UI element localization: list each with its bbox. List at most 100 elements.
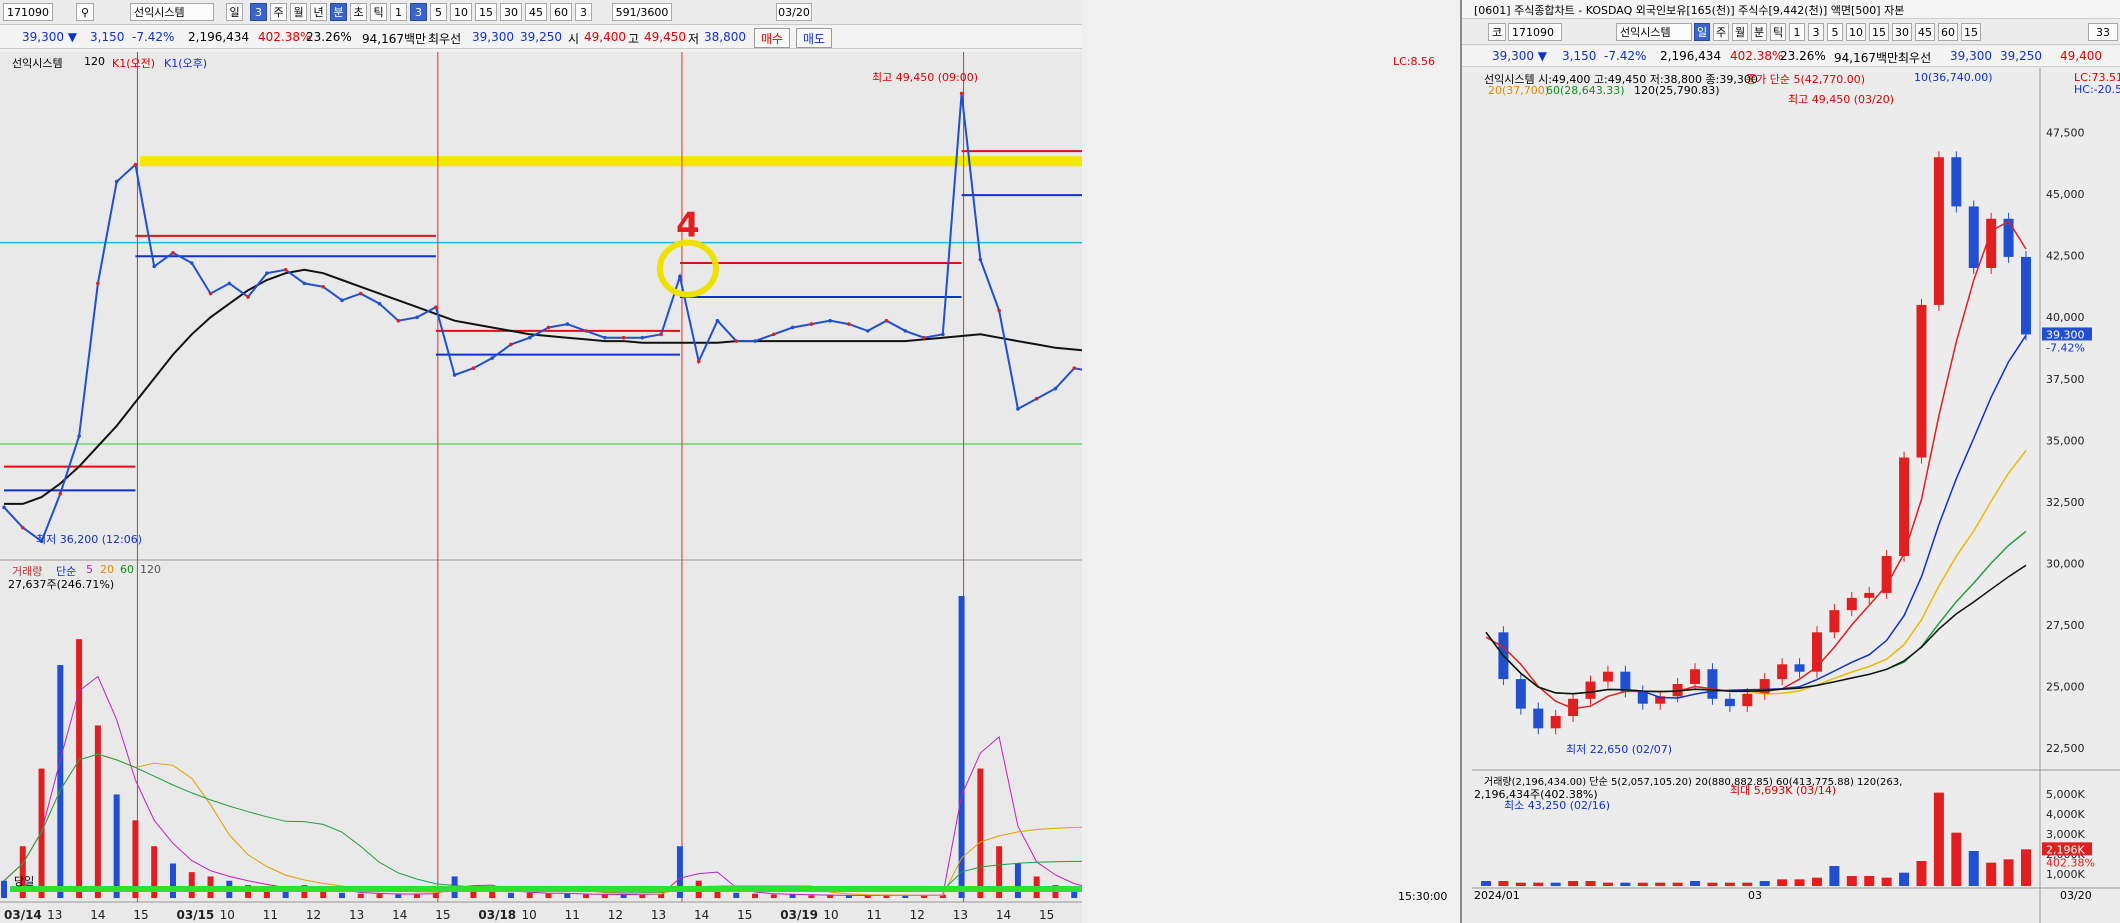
volume-ma20-line xyxy=(3,753,1082,896)
daily-candle xyxy=(1742,693,1753,707)
daily-candle xyxy=(1515,679,1526,709)
price-point xyxy=(1072,366,1077,370)
sell-button[interactable]: 매도 xyxy=(796,28,832,48)
price-point xyxy=(283,268,288,272)
period-button-2[interactable]: 주 xyxy=(270,3,287,21)
price-point xyxy=(302,281,307,286)
price-point xyxy=(227,281,232,286)
price-point xyxy=(527,335,532,340)
right-period-button-2[interactable]: 월 xyxy=(1732,23,1748,41)
right-indicator-select[interactable]: 선익시스템 xyxy=(1616,23,1692,41)
volume-legend-p120: 120 xyxy=(140,563,161,576)
right-period-button-5[interactable]: 1 xyxy=(1789,23,1805,41)
period-button-11[interactable]: 10 xyxy=(450,3,472,21)
volume-bar xyxy=(827,895,834,898)
page-current: 591 xyxy=(615,6,637,19)
period-button-1[interactable]: 3 xyxy=(250,3,267,21)
right-ma10-legend: 10(36,740.00) xyxy=(1914,71,1993,84)
page-counter[interactable]: 591/3600 xyxy=(612,3,672,21)
volume-value: 2,196,434 xyxy=(188,30,250,44)
right-volume-value: 2,196,434 xyxy=(1660,49,1722,63)
x-axis-label: 14 xyxy=(694,908,709,922)
period-button-12[interactable]: 15 xyxy=(475,3,497,21)
price-point xyxy=(208,291,213,296)
right-period-button-3[interactable]: 분 xyxy=(1751,23,1767,41)
volume-bar xyxy=(601,894,608,898)
right-period-button-12[interactable]: 60 xyxy=(1938,23,1958,41)
period-button-15[interactable]: 60 xyxy=(550,3,572,21)
daily-candle xyxy=(1620,671,1631,692)
right-volume-bar xyxy=(1759,881,1770,886)
right-volume-bar xyxy=(1602,882,1613,886)
volume-bottom-label: 당일 xyxy=(14,875,35,888)
period-button-6[interactable]: 초 xyxy=(350,3,367,21)
right-period-button-8[interactable]: 10 xyxy=(1846,23,1866,41)
period-button-8[interactable]: 1 xyxy=(390,3,407,21)
period-button-9[interactable]: 3 xyxy=(410,3,427,21)
price-point xyxy=(321,284,325,289)
date-field[interactable]: 03/20 xyxy=(776,3,812,21)
price-point xyxy=(1016,407,1020,411)
price-point xyxy=(621,335,626,340)
buy-button[interactable]: 매수 xyxy=(754,28,790,48)
right-high-annotation: 최고 49,450 (03/20) xyxy=(1788,93,1895,106)
right-period-button-6[interactable]: 3 xyxy=(1808,23,1824,41)
right-count-field[interactable]: 33 xyxy=(2088,23,2118,41)
right-market-select[interactable]: 코 xyxy=(1488,23,1506,41)
volume-bar xyxy=(395,894,402,898)
handwritten-note: 4 xyxy=(676,206,700,246)
period-button-10[interactable]: 5 xyxy=(430,3,447,21)
period-button-4[interactable]: 년 xyxy=(310,3,327,21)
right-period-button-10[interactable]: 30 xyxy=(1892,23,1912,41)
price-point xyxy=(490,356,494,360)
right-period-button-0[interactable]: 일 xyxy=(1694,23,1710,41)
indicator-select[interactable]: 선익시스템 xyxy=(130,3,214,21)
price-point xyxy=(471,366,476,370)
price-point xyxy=(884,318,889,323)
volume-ma60-line xyxy=(3,753,1082,893)
right-period-button-11[interactable]: 45 xyxy=(1915,23,1935,41)
x-axis-label: 03/14 xyxy=(4,908,42,922)
right-volume-bar xyxy=(1620,882,1631,886)
period-button-0[interactable]: 일 xyxy=(226,3,243,21)
right-period-button-4[interactable]: 틱 xyxy=(1770,23,1786,41)
price-point xyxy=(377,301,382,306)
right-period-button-9[interactable]: 15 xyxy=(1869,23,1889,41)
volume-bar xyxy=(958,596,965,898)
period-button-16[interactable]: 3 xyxy=(575,3,592,21)
right-volume-y-tick: 4,000K xyxy=(2046,808,2085,821)
daily-candle xyxy=(1533,708,1544,729)
stock-code-input[interactable]: 171090 xyxy=(3,3,53,21)
x-axis-label: 10 xyxy=(522,908,537,922)
price-point xyxy=(152,264,157,269)
price-point xyxy=(678,274,682,279)
period-button-3[interactable]: 월 xyxy=(290,3,307,21)
daily-candle xyxy=(1602,671,1613,682)
right-period-button-13[interactable]: 15 xyxy=(1961,23,1981,41)
volume-bar xyxy=(733,892,740,898)
right-volume-y-tick: 1,000K xyxy=(2046,868,2085,881)
volume-legend-p60: 60 xyxy=(120,563,134,576)
price-legend-k1-pm: K1(오후) xyxy=(164,57,208,70)
x-axis-label: 10 xyxy=(823,908,838,922)
right-turnover: 23.26% xyxy=(1780,49,1826,63)
right-indicator-name: 선익시스템 xyxy=(1620,26,1671,39)
price-point xyxy=(189,261,194,265)
daily-candle xyxy=(1916,304,1927,458)
right-price-value: 39,300 ▼ xyxy=(1492,49,1548,63)
daily-candle xyxy=(1968,206,1979,268)
search-icon[interactable]: ⚲ xyxy=(76,3,94,21)
volume-bar xyxy=(338,892,345,898)
period-button-5[interactable]: 분 xyxy=(330,3,347,21)
right-period-button-7[interactable]: 5 xyxy=(1827,23,1843,41)
period-button-7[interactable]: 틱 xyxy=(370,3,387,21)
change-value: 3,150 xyxy=(90,30,125,44)
x-axis-label: 15 xyxy=(1039,908,1054,922)
price-point xyxy=(978,257,983,262)
right-period-button-1[interactable]: 주 xyxy=(1713,23,1729,41)
period-button-14[interactable]: 45 xyxy=(525,3,547,21)
price-point xyxy=(96,281,100,286)
right-stock-code-input[interactable]: 171090 xyxy=(1508,23,1562,41)
period-button-13[interactable]: 30 xyxy=(500,3,522,21)
price-legend-ma: 120 xyxy=(84,55,105,68)
